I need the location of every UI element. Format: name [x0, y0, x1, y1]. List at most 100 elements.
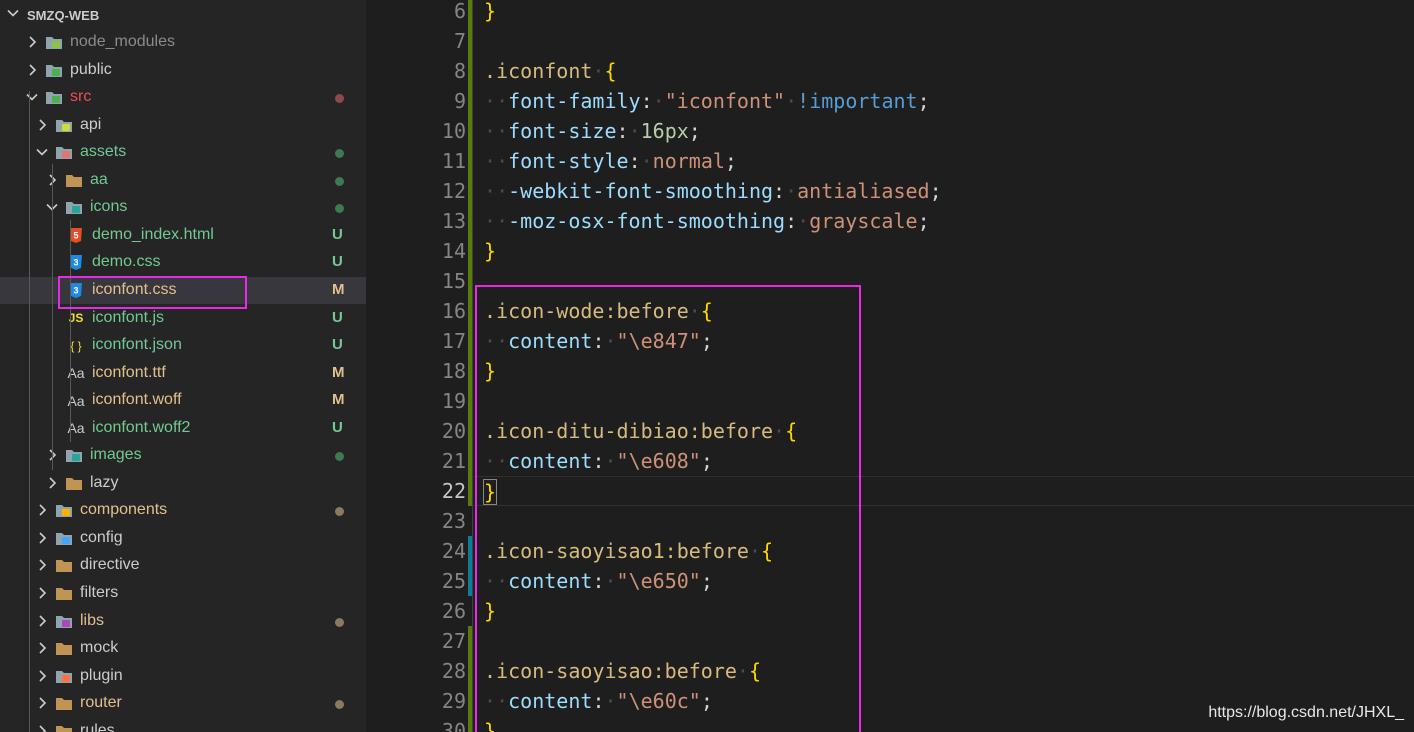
chevron-right-icon[interactable]	[35, 641, 49, 655]
tree-item-label: components	[80, 501, 168, 519]
git-status-dot	[335, 507, 344, 517]
chevron-right-icon[interactable]	[35, 118, 49, 132]
line-number: 24	[441, 539, 466, 563]
folder-item[interactable]: config	[0, 525, 366, 552]
api-folder-icon	[56, 119, 72, 132]
code-line[interactable]	[472, 26, 1414, 56]
tree-indent-guide	[52, 164, 53, 470]
folder-item[interactable]: filters	[0, 580, 366, 607]
git-status-dot	[335, 700, 344, 710]
tree-item-label: demo.css	[92, 253, 161, 271]
chevron-right-icon[interactable]	[35, 696, 49, 710]
file-item[interactable]: 3 demo.css U	[0, 249, 366, 276]
folder-item[interactable]: src	[0, 84, 366, 111]
git-status-badge: M	[332, 391, 345, 409]
code-line[interactable]: ··-moz-osx-font-smoothing:·grayscale;	[472, 206, 1414, 236]
explorer-root[interactable]: SMZQ-WEB	[0, 2, 366, 28]
explorer-root-label: SMZQ-WEB	[27, 8, 100, 23]
chevron-right-icon[interactable]	[35, 558, 49, 572]
chevron-right-icon[interactable]	[25, 35, 39, 49]
git-status-dot	[335, 149, 344, 159]
tree-item-label: api	[80, 115, 102, 133]
line-number: 29	[441, 689, 466, 713]
folder-item[interactable]: libs	[0, 608, 366, 635]
chevron-right-icon[interactable]	[35, 724, 49, 732]
chevron-down-icon[interactable]	[6, 6, 20, 20]
git-status-badge: U	[332, 336, 343, 354]
file-item[interactable]: 5 demo_index.html U	[0, 222, 366, 249]
folder-item[interactable]: images	[0, 442, 366, 469]
line-number: 25	[441, 569, 466, 593]
line-number: 6	[453, 0, 466, 23]
folder-icon	[56, 560, 72, 573]
code-line[interactable]: ··font-family:·"iconfont"·!important;	[472, 86, 1414, 116]
file-item[interactable]: Aa iconfont.woff2 U	[0, 415, 366, 442]
line-number: 11	[441, 149, 466, 173]
explorer-sidebar: SMZQ-WEB node_modules public src api assets a…	[0, 0, 366, 732]
tree-item-label: iconfont.json	[92, 336, 182, 354]
file-item[interactable]: { } iconfont.json U	[0, 332, 366, 359]
tree-item-label: filters	[80, 584, 119, 601]
code-line[interactable]: }	[472, 0, 1414, 26]
file-item[interactable]: Aa iconfont.ttf M	[0, 360, 366, 387]
line-number: 7	[453, 29, 466, 53]
git-status-badge: U	[332, 418, 343, 436]
tree-item-label: config	[80, 528, 123, 546]
folder-icon	[56, 725, 72, 732]
chevron-down-icon[interactable]	[35, 145, 49, 159]
tree-item-label: aa	[90, 170, 108, 188]
tree-item-label: directive	[80, 556, 140, 574]
file-highlight-box	[58, 276, 247, 309]
chevron-right-icon[interactable]	[35, 669, 49, 683]
tree-item-label: libs	[80, 611, 105, 629]
chevron-right-icon[interactable]	[35, 531, 49, 545]
git-status-dot	[335, 204, 344, 214]
line-number: 13	[441, 209, 466, 233]
folder-item[interactable]: directive	[0, 552, 366, 579]
chevron-right-icon[interactable]	[25, 63, 39, 77]
line-number: 12	[441, 179, 466, 203]
tree-item-label: iconfont.woff2	[92, 418, 191, 436]
chevron-down-icon[interactable]	[25, 90, 39, 104]
line-number: 23	[441, 509, 466, 533]
chevron-right-icon[interactable]	[35, 586, 49, 600]
tree-item-label: rules	[80, 721, 115, 732]
folder-item[interactable]: icons	[0, 194, 366, 221]
folder-item[interactable]: plugin	[0, 663, 366, 690]
chevron-right-icon[interactable]	[35, 614, 49, 628]
tree-item-label: images	[90, 446, 142, 464]
git-status-dot	[335, 617, 344, 627]
tree-item-label: lazy	[90, 473, 119, 491]
git-status-badge: M	[332, 280, 345, 298]
folder-item[interactable]: lazy	[0, 470, 366, 497]
chevron-right-icon[interactable]	[45, 476, 59, 490]
svg-text:5: 5	[73, 230, 78, 240]
folder-item[interactable]: router	[0, 690, 366, 717]
line-number: 9	[453, 89, 466, 113]
line-number: 10	[441, 119, 466, 143]
folder-item[interactable]: public	[0, 57, 366, 84]
chevron-right-icon[interactable]	[35, 503, 49, 517]
tree-item-label: src	[70, 88, 92, 106]
folder-item[interactable]: api	[0, 112, 366, 139]
git-status-dot	[335, 452, 344, 462]
folder-item[interactable]: node_modules	[0, 29, 366, 56]
tree-item-label: iconfont.js	[92, 308, 165, 326]
code-line[interactable]: ··font-size:·16px;	[472, 116, 1414, 146]
folder-item[interactable]: assets	[0, 139, 366, 166]
tree-item-label: router	[80, 694, 122, 712]
tree-indent-guide	[70, 220, 71, 442]
code-line[interactable]: ··font-style:·normal;	[472, 146, 1414, 176]
code-line[interactable]: .iconfont·{	[472, 56, 1414, 86]
folder-item[interactable]: aa	[0, 167, 366, 194]
folder-item[interactable]: mock	[0, 635, 366, 662]
code-line[interactable]: ··-webkit-font-smoothing:·antialiased;	[472, 176, 1414, 206]
file-item[interactable]: Aa iconfont.woff M	[0, 387, 366, 414]
git-status-badge: U	[332, 225, 343, 243]
line-number: 21	[441, 449, 466, 473]
folder-icon	[56, 698, 72, 711]
folder-item[interactable]: components	[0, 497, 366, 524]
folder-item[interactable]: rules	[0, 718, 366, 732]
code-line[interactable]: }	[472, 236, 1414, 266]
tree-item-label: mock	[80, 639, 119, 657]
